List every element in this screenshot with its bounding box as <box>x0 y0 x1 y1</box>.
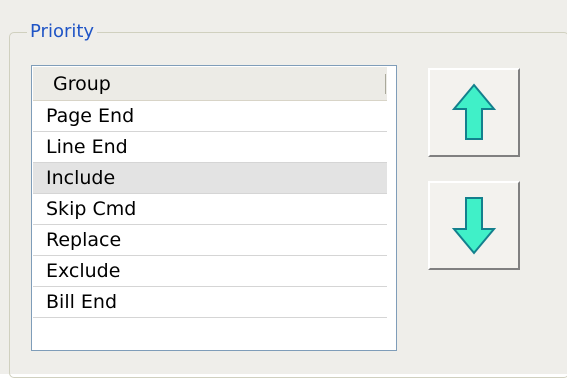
list-item-label: Bill End <box>46 291 118 313</box>
list-header[interactable]: Group <box>33 67 387 101</box>
group-column-header[interactable]: Group <box>53 73 111 95</box>
list-item[interactable]: Page End <box>33 101 387 132</box>
list-item[interactable]: Exclude <box>33 256 387 287</box>
list-item-label: Include <box>46 167 116 189</box>
list-item-label: Skip Cmd <box>46 198 137 220</box>
list-item-label: Page End <box>46 105 135 127</box>
list-item[interactable]: Bill End <box>33 287 387 318</box>
list-item[interactable]: Replace <box>33 225 387 256</box>
list-item-label: Exclude <box>46 260 121 282</box>
move-down-button[interactable] <box>428 181 520 270</box>
arrow-down-icon <box>451 197 497 255</box>
priority-listbox[interactable]: Group Page End Line End Include Skip Cmd… <box>31 65 397 351</box>
list-item-label: Replace <box>46 229 122 251</box>
priority-group-title: Priority <box>27 18 98 46</box>
priority-panel: Priority Group Page End Line End Include… <box>0 0 567 378</box>
arrow-up-icon <box>451 83 497 140</box>
list-item[interactable]: Line End <box>33 132 387 163</box>
list-item[interactable]: Skip Cmd <box>33 194 387 225</box>
column-divider[interactable] <box>385 74 386 94</box>
move-up-button[interactable] <box>428 68 520 157</box>
list-item-selected[interactable]: Include <box>33 163 387 194</box>
list-item-label: Line End <box>46 136 128 158</box>
